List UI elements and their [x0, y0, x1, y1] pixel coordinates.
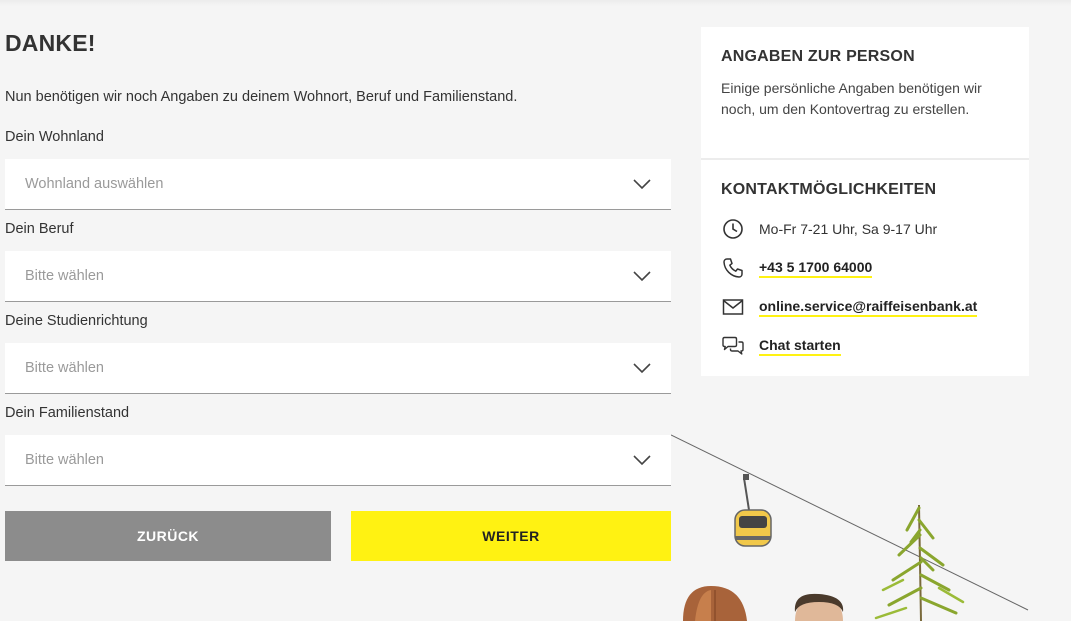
person-info-card: ANGABEN ZUR PERSON Einige persönliche An… — [701, 27, 1029, 158]
wohnland-label: Dein Wohnland — [5, 129, 104, 145]
clock-icon — [721, 218, 745, 240]
top-shadow — [0, 0, 1071, 6]
contact-phone-row: +43 5 1700 64000 — [721, 256, 873, 280]
familienstand-label: Dein Familienstand — [5, 405, 130, 421]
email-link[interactable]: online.service@raiffeisenbank.at — [759, 298, 978, 317]
beruf-select[interactable]: Bitte wählen — [5, 251, 671, 302]
intro-text: Nun benötigen wir noch Angaben zu deinem… — [5, 89, 518, 105]
page-title: DANKE! — [5, 30, 96, 56]
familienstand-select[interactable]: Bitte wählen — [5, 435, 671, 486]
chevron-down-icon — [633, 363, 651, 374]
skis-icon — [683, 586, 747, 621]
contact-chat-row: Chat starten — [721, 334, 841, 358]
beruf-placeholder: Bitte wählen — [25, 268, 104, 284]
chevron-down-icon — [633, 271, 651, 282]
contact-heading: KONTAKTMÖGLICHKEITEN — [721, 181, 937, 198]
person-head-icon — [794, 593, 844, 621]
wohnland-select[interactable]: Wohnland auswählen — [5, 159, 671, 210]
phone-link[interactable]: +43 5 1700 64000 — [759, 259, 873, 278]
wohnland-placeholder: Wohnland auswählen — [25, 176, 164, 192]
back-button[interactable]: ZURÜCK — [5, 511, 331, 561]
person-info-heading: ANGABEN ZUR PERSON — [721, 48, 915, 65]
chevron-down-icon — [633, 179, 651, 190]
beruf-label: Dein Beruf — [5, 221, 74, 237]
cable-car-icon — [734, 474, 772, 547]
chat-link[interactable]: Chat starten — [759, 337, 841, 356]
phone-icon — [721, 257, 745, 279]
decorative-illustration — [671, 434, 1029, 621]
studienrichtung-placeholder: Bitte wählen — [25, 360, 104, 376]
mail-icon — [721, 296, 745, 318]
chat-icon — [721, 335, 745, 357]
contact-card: KONTAKTMÖGLICHKEITEN Mo-Fr 7-21 Uhr, Sa … — [701, 160, 1029, 376]
person-info-text: Einige persönliche Angaben benötigen wir… — [721, 80, 982, 117]
studienrichtung-label: Deine Studienrichtung — [5, 313, 148, 329]
next-button[interactable]: WEITER — [351, 511, 671, 561]
contact-hours-row: Mo-Fr 7-21 Uhr, Sa 9-17 Uhr — [721, 217, 937, 241]
opening-hours: Mo-Fr 7-21 Uhr, Sa 9-17 Uhr — [759, 221, 938, 237]
contact-email-row: online.service@raiffeisenbank.at — [721, 295, 978, 319]
chevron-down-icon — [633, 455, 651, 466]
studienrichtung-select[interactable]: Bitte wählen — [5, 343, 671, 394]
tree-icon — [874, 504, 965, 621]
familienstand-placeholder: Bitte wählen — [25, 452, 104, 468]
